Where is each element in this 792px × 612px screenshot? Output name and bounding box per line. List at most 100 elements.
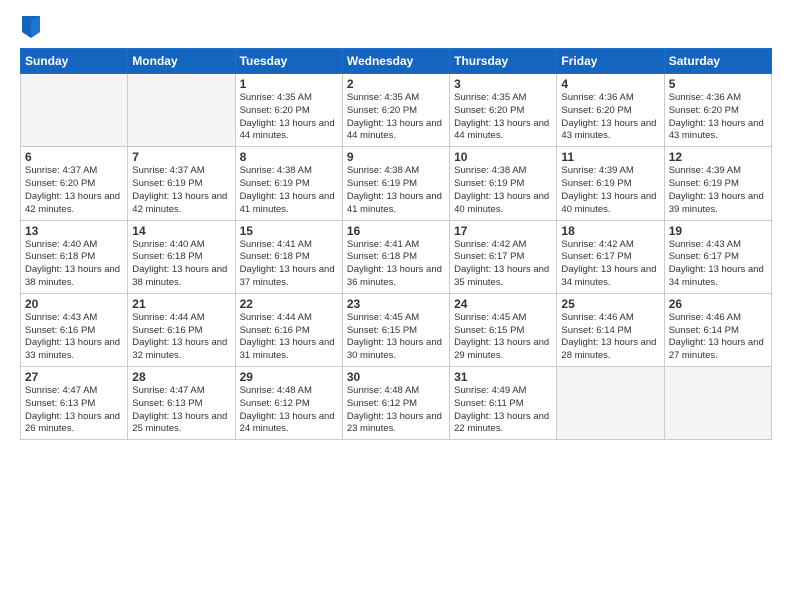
weekday-header-row: SundayMondayTuesdayWednesdayThursdayFrid…: [21, 49, 772, 74]
calendar-cell: 13Sunrise: 4:40 AM Sunset: 6:18 PM Dayli…: [21, 220, 128, 293]
calendar-cell: 6Sunrise: 4:37 AM Sunset: 6:20 PM Daylig…: [21, 147, 128, 220]
day-info: Sunrise: 4:44 AM Sunset: 6:16 PM Dayligh…: [132, 312, 230, 363]
day-info: Sunrise: 4:39 AM Sunset: 6:19 PM Dayligh…: [561, 165, 659, 216]
day-info: Sunrise: 4:41 AM Sunset: 6:18 PM Dayligh…: [347, 239, 445, 290]
day-info: Sunrise: 4:39 AM Sunset: 6:19 PM Dayligh…: [669, 165, 767, 216]
day-info: Sunrise: 4:35 AM Sunset: 6:20 PM Dayligh…: [347, 92, 445, 143]
day-info: Sunrise: 4:36 AM Sunset: 6:20 PM Dayligh…: [669, 92, 767, 143]
day-number: 12: [669, 150, 767, 164]
day-info: Sunrise: 4:46 AM Sunset: 6:14 PM Dayligh…: [561, 312, 659, 363]
logo: [20, 16, 40, 38]
day-number: 22: [240, 297, 338, 311]
day-info: Sunrise: 4:37 AM Sunset: 6:19 PM Dayligh…: [132, 165, 230, 216]
day-info: Sunrise: 4:40 AM Sunset: 6:18 PM Dayligh…: [132, 239, 230, 290]
day-number: 2: [347, 77, 445, 91]
calendar-cell: 28Sunrise: 4:47 AM Sunset: 6:13 PM Dayli…: [128, 367, 235, 440]
day-info: Sunrise: 4:47 AM Sunset: 6:13 PM Dayligh…: [132, 385, 230, 436]
day-number: 30: [347, 370, 445, 384]
calendar-cell: 10Sunrise: 4:38 AM Sunset: 6:19 PM Dayli…: [450, 147, 557, 220]
day-number: 6: [25, 150, 123, 164]
day-info: Sunrise: 4:42 AM Sunset: 6:17 PM Dayligh…: [561, 239, 659, 290]
calendar-cell: 8Sunrise: 4:38 AM Sunset: 6:19 PM Daylig…: [235, 147, 342, 220]
calendar-cell: 31Sunrise: 4:49 AM Sunset: 6:11 PM Dayli…: [450, 367, 557, 440]
day-number: 19: [669, 224, 767, 238]
weekday-header-sunday: Sunday: [21, 49, 128, 74]
calendar-cell: 4Sunrise: 4:36 AM Sunset: 6:20 PM Daylig…: [557, 74, 664, 147]
day-number: 16: [347, 224, 445, 238]
calendar-week-row: 13Sunrise: 4:40 AM Sunset: 6:18 PM Dayli…: [21, 220, 772, 293]
day-info: Sunrise: 4:37 AM Sunset: 6:20 PM Dayligh…: [25, 165, 123, 216]
day-info: Sunrise: 4:46 AM Sunset: 6:14 PM Dayligh…: [669, 312, 767, 363]
weekday-header-saturday: Saturday: [664, 49, 771, 74]
calendar-cell: [557, 367, 664, 440]
calendar-cell: [128, 74, 235, 147]
day-number: 21: [132, 297, 230, 311]
day-number: 8: [240, 150, 338, 164]
day-number: 26: [669, 297, 767, 311]
day-number: 13: [25, 224, 123, 238]
weekday-header-monday: Monday: [128, 49, 235, 74]
day-number: 7: [132, 150, 230, 164]
day-number: 3: [454, 77, 552, 91]
calendar-cell: 27Sunrise: 4:47 AM Sunset: 6:13 PM Dayli…: [21, 367, 128, 440]
day-info: Sunrise: 4:47 AM Sunset: 6:13 PM Dayligh…: [25, 385, 123, 436]
day-info: Sunrise: 4:42 AM Sunset: 6:17 PM Dayligh…: [454, 239, 552, 290]
calendar-week-row: 27Sunrise: 4:47 AM Sunset: 6:13 PM Dayli…: [21, 367, 772, 440]
day-number: 5: [669, 77, 767, 91]
calendar-cell: 12Sunrise: 4:39 AM Sunset: 6:19 PM Dayli…: [664, 147, 771, 220]
day-number: 29: [240, 370, 338, 384]
calendar-cell: [21, 74, 128, 147]
calendar-cell: 7Sunrise: 4:37 AM Sunset: 6:19 PM Daylig…: [128, 147, 235, 220]
day-info: Sunrise: 4:43 AM Sunset: 6:16 PM Dayligh…: [25, 312, 123, 363]
day-number: 4: [561, 77, 659, 91]
day-info: Sunrise: 4:45 AM Sunset: 6:15 PM Dayligh…: [347, 312, 445, 363]
calendar-week-row: 6Sunrise: 4:37 AM Sunset: 6:20 PM Daylig…: [21, 147, 772, 220]
page: SundayMondayTuesdayWednesdayThursdayFrid…: [0, 0, 792, 612]
day-info: Sunrise: 4:44 AM Sunset: 6:16 PM Dayligh…: [240, 312, 338, 363]
calendar-cell: 26Sunrise: 4:46 AM Sunset: 6:14 PM Dayli…: [664, 293, 771, 366]
calendar-cell: 11Sunrise: 4:39 AM Sunset: 6:19 PM Dayli…: [557, 147, 664, 220]
calendar-week-row: 20Sunrise: 4:43 AM Sunset: 6:16 PM Dayli…: [21, 293, 772, 366]
day-number: 27: [25, 370, 123, 384]
day-number: 1: [240, 77, 338, 91]
calendar-cell: 1Sunrise: 4:35 AM Sunset: 6:20 PM Daylig…: [235, 74, 342, 147]
day-number: 28: [132, 370, 230, 384]
day-number: 23: [347, 297, 445, 311]
day-info: Sunrise: 4:40 AM Sunset: 6:18 PM Dayligh…: [25, 239, 123, 290]
day-number: 15: [240, 224, 338, 238]
calendar-cell: [664, 367, 771, 440]
day-info: Sunrise: 4:48 AM Sunset: 6:12 PM Dayligh…: [347, 385, 445, 436]
calendar-cell: 9Sunrise: 4:38 AM Sunset: 6:19 PM Daylig…: [342, 147, 449, 220]
calendar-cell: 30Sunrise: 4:48 AM Sunset: 6:12 PM Dayli…: [342, 367, 449, 440]
day-number: 10: [454, 150, 552, 164]
day-info: Sunrise: 4:36 AM Sunset: 6:20 PM Dayligh…: [561, 92, 659, 143]
calendar-cell: 29Sunrise: 4:48 AM Sunset: 6:12 PM Dayli…: [235, 367, 342, 440]
day-info: Sunrise: 4:35 AM Sunset: 6:20 PM Dayligh…: [454, 92, 552, 143]
calendar-cell: 23Sunrise: 4:45 AM Sunset: 6:15 PM Dayli…: [342, 293, 449, 366]
calendar-table: SundayMondayTuesdayWednesdayThursdayFrid…: [20, 48, 772, 440]
day-info: Sunrise: 4:35 AM Sunset: 6:20 PM Dayligh…: [240, 92, 338, 143]
day-info: Sunrise: 4:49 AM Sunset: 6:11 PM Dayligh…: [454, 385, 552, 436]
day-info: Sunrise: 4:43 AM Sunset: 6:17 PM Dayligh…: [669, 239, 767, 290]
weekday-header-thursday: Thursday: [450, 49, 557, 74]
day-info: Sunrise: 4:41 AM Sunset: 6:18 PM Dayligh…: [240, 239, 338, 290]
day-number: 18: [561, 224, 659, 238]
day-number: 31: [454, 370, 552, 384]
calendar-cell: 25Sunrise: 4:46 AM Sunset: 6:14 PM Dayli…: [557, 293, 664, 366]
calendar-cell: 3Sunrise: 4:35 AM Sunset: 6:20 PM Daylig…: [450, 74, 557, 147]
calendar-cell: 18Sunrise: 4:42 AM Sunset: 6:17 PM Dayli…: [557, 220, 664, 293]
logo-icon: [22, 16, 40, 38]
day-info: Sunrise: 4:38 AM Sunset: 6:19 PM Dayligh…: [347, 165, 445, 216]
header: [20, 16, 772, 38]
day-info: Sunrise: 4:38 AM Sunset: 6:19 PM Dayligh…: [240, 165, 338, 216]
calendar-cell: 19Sunrise: 4:43 AM Sunset: 6:17 PM Dayli…: [664, 220, 771, 293]
weekday-header-tuesday: Tuesday: [235, 49, 342, 74]
calendar-cell: 17Sunrise: 4:42 AM Sunset: 6:17 PM Dayli…: [450, 220, 557, 293]
day-info: Sunrise: 4:45 AM Sunset: 6:15 PM Dayligh…: [454, 312, 552, 363]
calendar-cell: 5Sunrise: 4:36 AM Sunset: 6:20 PM Daylig…: [664, 74, 771, 147]
calendar-week-row: 1Sunrise: 4:35 AM Sunset: 6:20 PM Daylig…: [21, 74, 772, 147]
day-number: 25: [561, 297, 659, 311]
day-number: 24: [454, 297, 552, 311]
day-number: 17: [454, 224, 552, 238]
calendar-cell: 22Sunrise: 4:44 AM Sunset: 6:16 PM Dayli…: [235, 293, 342, 366]
